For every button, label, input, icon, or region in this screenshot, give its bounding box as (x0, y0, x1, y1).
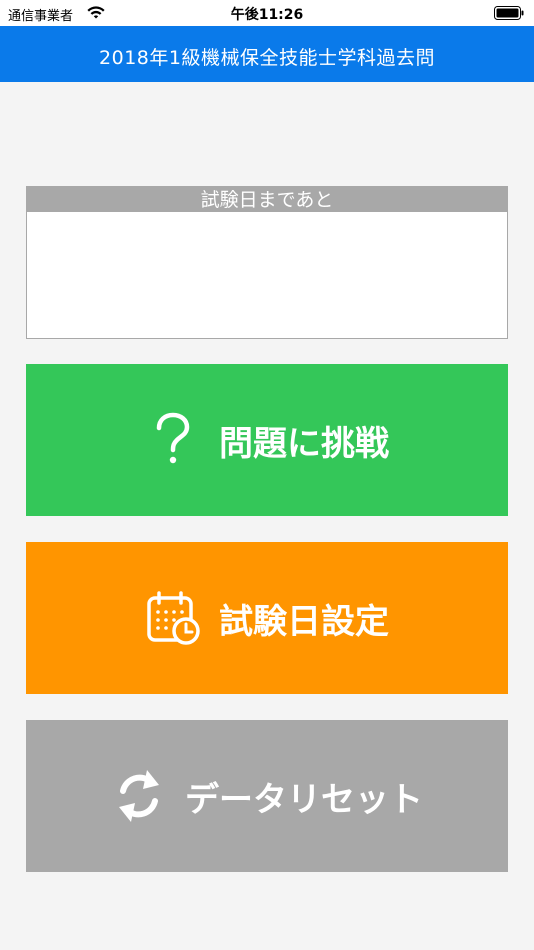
status-bar: 通信事業者 午後11:26 (0, 0, 534, 26)
navigation-bar: 2018年1級機械保全技能士学科過去問 (0, 26, 534, 82)
battery-icon (494, 6, 524, 20)
page-title: 2018年1級機械保全技能士学科過去問 (99, 47, 435, 69)
exam-date-button-label: 試験日設定 (219, 601, 389, 642)
countdown-value (27, 212, 507, 338)
countdown-header: 試験日まであと (27, 187, 507, 212)
clock-time: 午後11:26 (230, 7, 304, 23)
data-reset-button[interactable]: データリセット (26, 720, 508, 872)
challenge-button-label: 問題に挑戦 (219, 423, 389, 464)
data-reset-button-label: データリセット (185, 779, 423, 820)
question-icon (145, 412, 201, 468)
refresh-icon (111, 768, 167, 824)
exam-date-button[interactable]: 試験日設定 (26, 542, 508, 694)
challenge-button[interactable]: 問題に挑戦 (26, 364, 508, 516)
calendar-clock-icon (145, 590, 201, 646)
countdown-panel: 試験日まであと (26, 186, 508, 339)
